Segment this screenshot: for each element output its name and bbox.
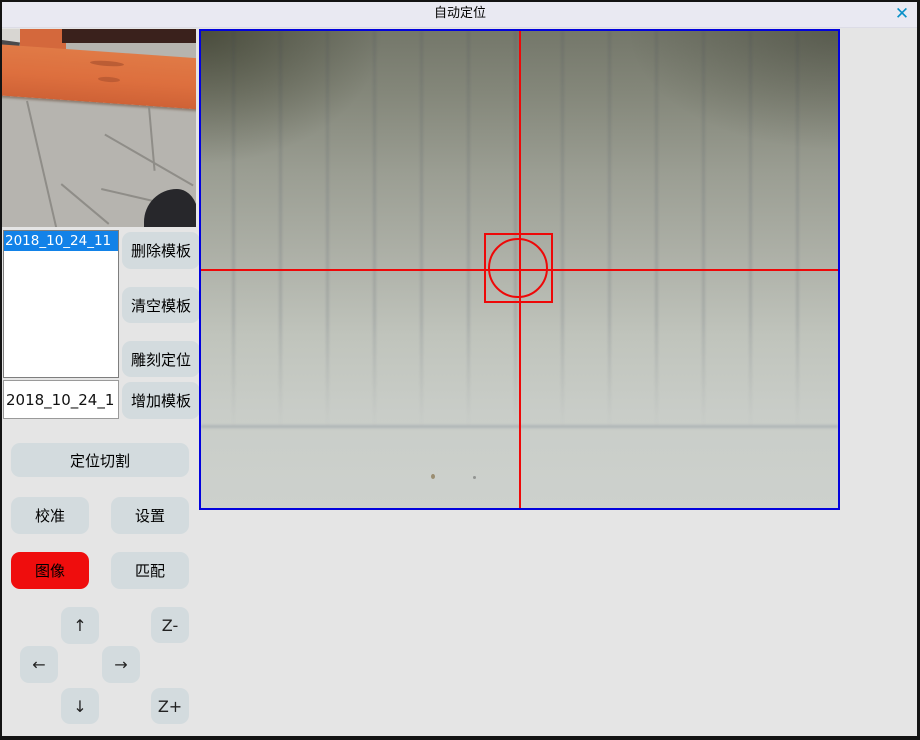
titlebar: 自动定位 ✕ <box>0 0 920 28</box>
camera-speck-decor <box>431 474 435 479</box>
template-preview-image <box>2 29 196 227</box>
jog-z-minus-button[interactable]: Z- <box>151 607 189 643</box>
template-list[interactable]: 2018_10_24_11 <box>3 230 119 378</box>
jog-down-button[interactable]: ↓ <box>61 688 99 724</box>
close-icon[interactable]: ✕ <box>890 2 914 26</box>
add-template-button[interactable]: 增加模板 <box>122 382 200 419</box>
settings-button[interactable]: 设置 <box>111 497 189 534</box>
preview-dark-object-decor <box>144 189 196 227</box>
preview-dark-band-decor <box>62 29 196 43</box>
clear-templates-button[interactable]: 清空模板 <box>122 287 200 323</box>
target-circle-overlay <box>488 238 548 298</box>
match-button[interactable]: 匹配 <box>111 552 189 589</box>
jog-up-button[interactable]: ↑ <box>61 607 99 644</box>
template-name-input[interactable] <box>3 380 119 419</box>
camera-view[interactable] <box>199 29 840 510</box>
jog-left-button[interactable]: ← <box>20 646 58 683</box>
jog-z-plus-button[interactable]: Z+ <box>151 688 189 724</box>
window-title: 自动定位 <box>0 0 920 27</box>
camera-speck-decor <box>473 476 476 479</box>
preview-tile-line-decor <box>104 134 193 187</box>
auto-position-window: 自动定位 ✕ 2018_10_24_11 删除模板 清空模板 雕刻定位 增加模板… <box>0 0 920 740</box>
position-cut-button[interactable]: 定位切割 <box>11 443 189 477</box>
list-item[interactable]: 2018_10_24_11 <box>4 231 118 251</box>
calibrate-button[interactable]: 校准 <box>11 497 89 534</box>
delete-template-button[interactable]: 删除模板 <box>122 232 200 269</box>
jog-right-button[interactable]: → <box>102 646 140 683</box>
image-button[interactable]: 图像 <box>11 552 89 589</box>
preview-tile-line-decor <box>26 101 58 227</box>
engrave-position-button[interactable]: 雕刻定位 <box>122 341 200 377</box>
